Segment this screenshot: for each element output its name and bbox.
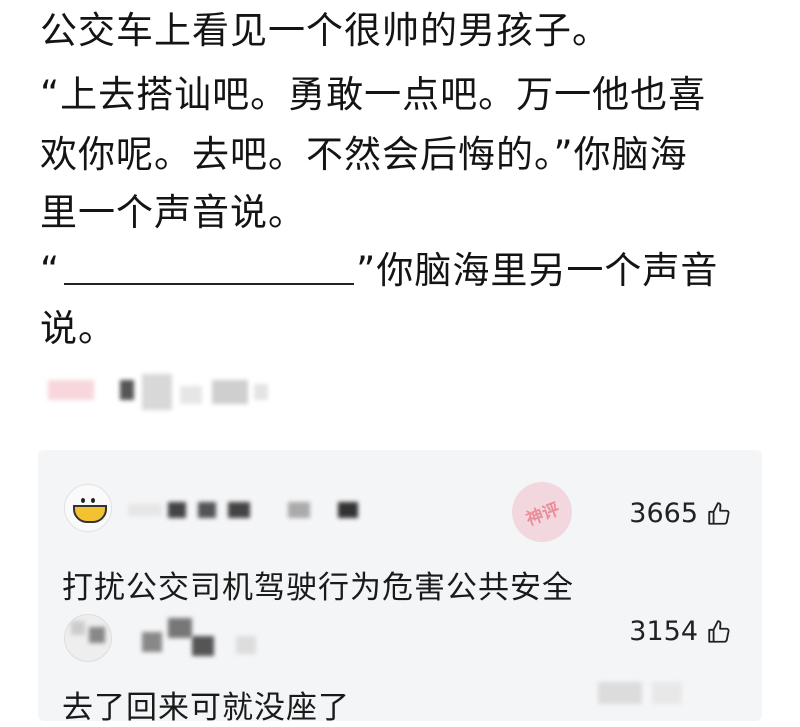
like-number: 3665 xyxy=(629,498,698,529)
avatar[interactable] xyxy=(64,484,112,532)
avatar-face xyxy=(73,505,107,523)
blurred-username xyxy=(128,498,398,522)
blank-tail-text: ”你脑海里另一个声音 xyxy=(356,249,719,292)
post-line-2: “上去搭讪吧。勇敢一点吧。万一他也喜 xyxy=(40,73,707,116)
comment-section: 3665 打扰公交司机驾驶行为危害公共安全 3154 去了回来可就没座了 xyxy=(38,450,762,726)
avatar[interactable] xyxy=(64,614,112,662)
thumbs-up-icon[interactable] xyxy=(706,619,732,645)
like-count-1[interactable]: 3665 xyxy=(629,498,732,529)
thumbs-up-icon[interactable] xyxy=(706,501,732,527)
blurred-username xyxy=(128,618,398,656)
comment-text-1: 打扰公交司机驾驶行为危害公共安全 xyxy=(62,570,574,606)
blurred-footer xyxy=(652,682,682,704)
blurred-footer xyxy=(598,682,642,704)
comment-item-2[interactable]: 3154 去了回来可就没座了 xyxy=(38,608,762,726)
like-number: 3154 xyxy=(629,616,698,647)
avatar-eye xyxy=(81,498,85,503)
fill-in-blank xyxy=(64,283,355,285)
avatar-eye xyxy=(91,498,95,503)
post-line-6: 说。 xyxy=(40,307,116,350)
post-line-4: 里一个声音说。 xyxy=(40,191,306,234)
post-line-3: 欢你呢。去吧。不然会后悔的。”你脑海 xyxy=(40,133,688,176)
like-count-2[interactable]: 3154 xyxy=(629,616,732,647)
comment-item-1[interactable]: 3665 打扰公交司机驾驶行为危害公共安全 xyxy=(38,468,762,606)
post-line-blank: “ ”你脑海里另一个声音 xyxy=(40,248,718,294)
post-line-1: 公交车上看见一个很帅的男孩子。 xyxy=(40,9,610,52)
open-quote: “ xyxy=(40,249,61,292)
blurred-author-info xyxy=(40,372,280,422)
comment-text-2: 去了回来可就没座了 xyxy=(62,690,350,726)
